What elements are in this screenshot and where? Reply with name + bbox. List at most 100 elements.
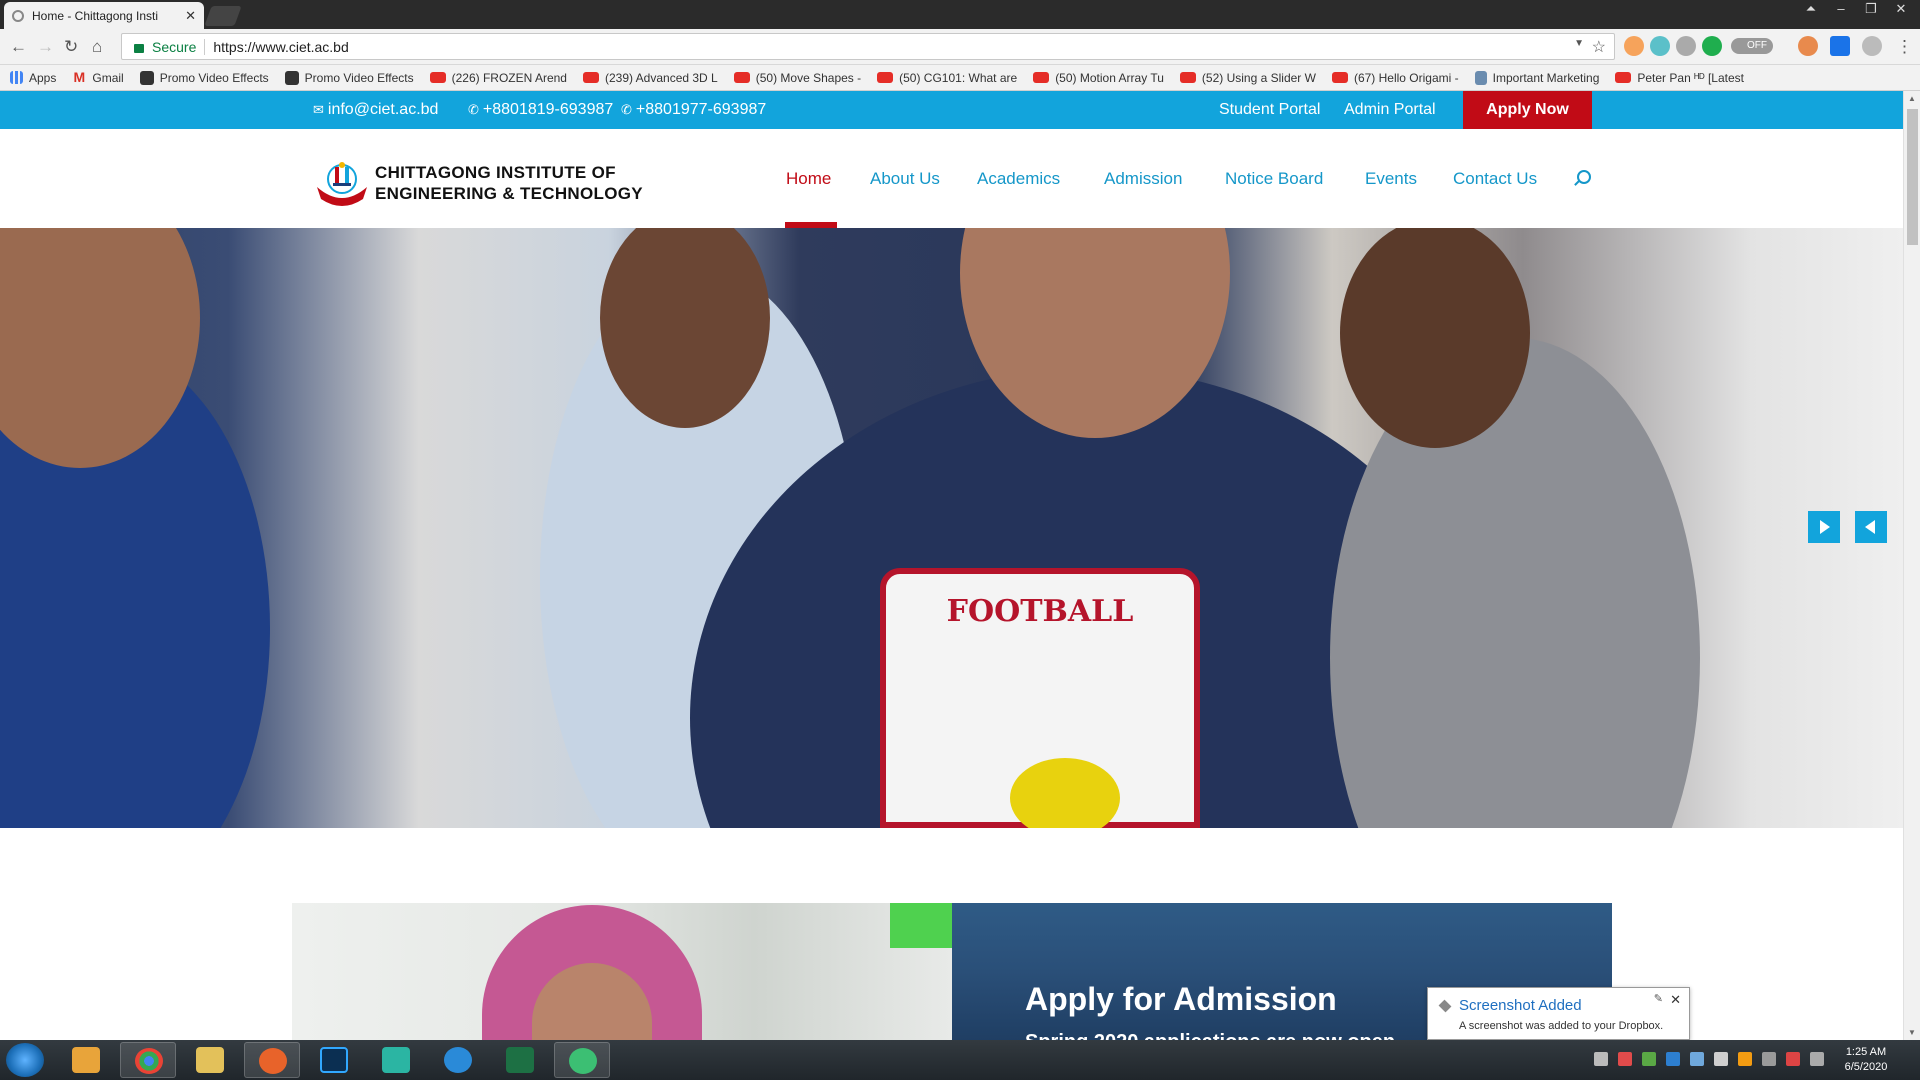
site-header: CHITTAGONG INSTITUTE OF ENGINEERING & TE… (0, 129, 1903, 228)
restore-button[interactable]: ❐ (1856, 0, 1886, 18)
toggle-switch[interactable]: OFF (1731, 38, 1773, 54)
bookmark-item[interactable]: (50) CG101: What are (877, 71, 1017, 85)
notification-body: A screenshot was added to your Dropbox. (1459, 1020, 1664, 1032)
menu-icon[interactable]: ⋮ (1896, 37, 1913, 57)
institute-name[interactable]: CHITTAGONG INSTITUTE OF ENGINEERING & TE… (375, 162, 643, 204)
page-icon (1474, 70, 1487, 85)
scrollbar-thumb[interactable] (1907, 109, 1918, 245)
download-icon[interactable] (1676, 36, 1696, 56)
dropdown-arrow-icon[interactable]: ▼ (1574, 38, 1584, 49)
pin-icon[interactable]: ✎ (1654, 992, 1663, 1005)
search-icon[interactable] (1577, 170, 1591, 184)
loading-icon (12, 9, 24, 22)
extension-icon[interactable] (1702, 36, 1722, 56)
extension-icon[interactable] (1830, 36, 1850, 56)
network-icon[interactable] (1762, 1052, 1776, 1066)
tray-icon[interactable] (1738, 1052, 1752, 1066)
hero-slider: FOOTBALL (0, 228, 1903, 828)
bookmark-item[interactable]: Promo Video Effects (284, 70, 414, 85)
file-explorer-taskbar-icon[interactable] (182, 1042, 238, 1078)
tab-title: Home - Chittagong Insti (32, 8, 159, 23)
profile-icon[interactable]: ⏶ (1796, 0, 1826, 18)
minimize-button[interactable]: – (1826, 0, 1856, 18)
nav-notice-board[interactable]: Notice Board (1225, 169, 1323, 189)
bookmark-item[interactable]: Peter Pan ᴴᴰ [Latest (1615, 71, 1744, 85)
page-icon (284, 70, 299, 85)
nav-admission[interactable]: Admission (1104, 169, 1182, 189)
bookmark-item[interactable]: (52) Using a Slider W (1179, 71, 1316, 85)
institute-name-line2: ENGINEERING & TECHNOLOGY (375, 184, 643, 203)
bookmark-item[interactable]: (226) FROZEN Arend (429, 71, 567, 85)
tray-icon[interactable] (1642, 1052, 1656, 1066)
youtube-icon (1615, 72, 1632, 83)
action-center-icon[interactable] (1786, 1052, 1800, 1066)
firefox-taskbar-icon[interactable] (244, 1042, 300, 1078)
email-link[interactable]: ✉ info@ciet.ac.bd (313, 101, 438, 119)
spreadsheet-taskbar-icon[interactable] (368, 1042, 424, 1078)
address-bar[interactable]: Secure https://www.ciet.ac.bd ▼ ☆ (121, 33, 1615, 60)
youtube-icon (1179, 72, 1196, 83)
scroll-up-arrow-icon[interactable]: ▲ (1908, 94, 1916, 103)
tray-icon[interactable] (1810, 1052, 1824, 1066)
bookmark-item[interactable]: (50) Move Shapes - (733, 71, 861, 85)
volume-icon[interactable] (1714, 1052, 1728, 1066)
dropbox-icon (1438, 999, 1452, 1013)
internet-explorer-taskbar-icon[interactable] (430, 1042, 486, 1078)
tray-icon[interactable] (1690, 1052, 1704, 1066)
browser-toolbar: ← → ↻ ⌂ Secure https://www.ciet.ac.bd ▼ … (0, 29, 1920, 65)
student-portal-link[interactable]: Student Portal (1219, 101, 1320, 119)
extension-icon[interactable] (1624, 36, 1644, 56)
close-icon[interactable]: ✕ (1670, 992, 1681, 1008)
browser-tab-active[interactable]: Home - Chittagong Insti ✕ (4, 2, 204, 29)
dropbox-tray-icon[interactable] (1666, 1052, 1680, 1066)
tray-icon[interactable] (1594, 1052, 1608, 1066)
lock-icon (134, 44, 144, 53)
bookmark-item[interactable]: M Gmail (72, 70, 124, 85)
nav-contact-us[interactable]: Contact Us (1453, 169, 1537, 189)
scroll-down-arrow-icon[interactable]: ▼ (1908, 1028, 1916, 1037)
excel-taskbar-icon[interactable] (492, 1042, 548, 1078)
extension-icon[interactable] (1650, 36, 1670, 56)
bookmark-item[interactable]: (50) Motion Array Tu (1033, 71, 1164, 85)
chrome-taskbar-icon[interactable] (120, 1042, 176, 1078)
phone-link[interactable]: ✆ +8801977-693987 (621, 101, 766, 119)
system-clock[interactable]: 1:25 AM 6/5/2020 (1826, 1045, 1906, 1075)
extension-icon[interactable] (1862, 36, 1882, 56)
admin-portal-link[interactable]: Admin Portal (1344, 101, 1436, 119)
bookmark-star-icon[interactable]: ☆ (1592, 37, 1606, 57)
browser-tab-strip: Home - Chittagong Insti ✕ ⏶ – ❐ ✕ (0, 0, 1920, 29)
institute-logo[interactable] (313, 157, 371, 209)
bookmark-item[interactable]: (239) Advanced 3D L (582, 71, 718, 85)
hero-image-face (1340, 228, 1530, 448)
media-player-taskbar-icon[interactable] (58, 1042, 114, 1078)
search-extension-icon[interactable] (1798, 36, 1818, 56)
atom-taskbar-icon[interactable] (554, 1042, 610, 1078)
close-tab-icon[interactable]: ✕ (185, 8, 196, 24)
youtube-icon (429, 72, 446, 83)
phone-link[interactable]: ✆ +8801819-693987 (468, 101, 613, 119)
tray-icon[interactable] (1618, 1052, 1632, 1066)
bookmark-item[interactable]: Promo Video Effects (139, 70, 269, 85)
student-photo-card (292, 903, 952, 1041)
nav-academics[interactable]: Academics (977, 169, 1060, 189)
nav-events[interactable]: Events (1365, 169, 1417, 189)
start-button[interactable] (6, 1043, 44, 1077)
bookmark-item[interactable]: Important Marketing (1474, 70, 1599, 85)
page-scrollbar[interactable]: ▲ ▼ (1903, 91, 1920, 1040)
close-window-button[interactable]: ✕ (1886, 0, 1916, 18)
bookmark-item[interactable]: Apps (10, 71, 56, 85)
back-arrow-icon[interactable]: ← (10, 37, 27, 57)
slider-prev-arrow[interactable] (1855, 511, 1887, 543)
url-text[interactable]: https://www.ciet.ac.bd (213, 39, 348, 55)
forward-arrow-icon[interactable]: → (37, 37, 54, 57)
bookmark-item[interactable]: (67) Hello Origami - (1331, 71, 1459, 85)
reload-icon[interactable]: ↻ (64, 37, 78, 57)
apply-now-button[interactable]: Apply Now (1463, 91, 1592, 129)
new-tab-button[interactable] (204, 6, 242, 26)
nav-home[interactable]: Home (786, 169, 831, 189)
home-icon[interactable]: ⌂ (92, 37, 102, 57)
nav-about-us[interactable]: About Us (870, 169, 940, 189)
photoshop-taskbar-icon[interactable] (306, 1042, 362, 1078)
dropbox-notification[interactable]: Screenshot Added A screenshot was added … (1427, 987, 1690, 1050)
slider-next-arrow[interactable] (1808, 511, 1840, 543)
